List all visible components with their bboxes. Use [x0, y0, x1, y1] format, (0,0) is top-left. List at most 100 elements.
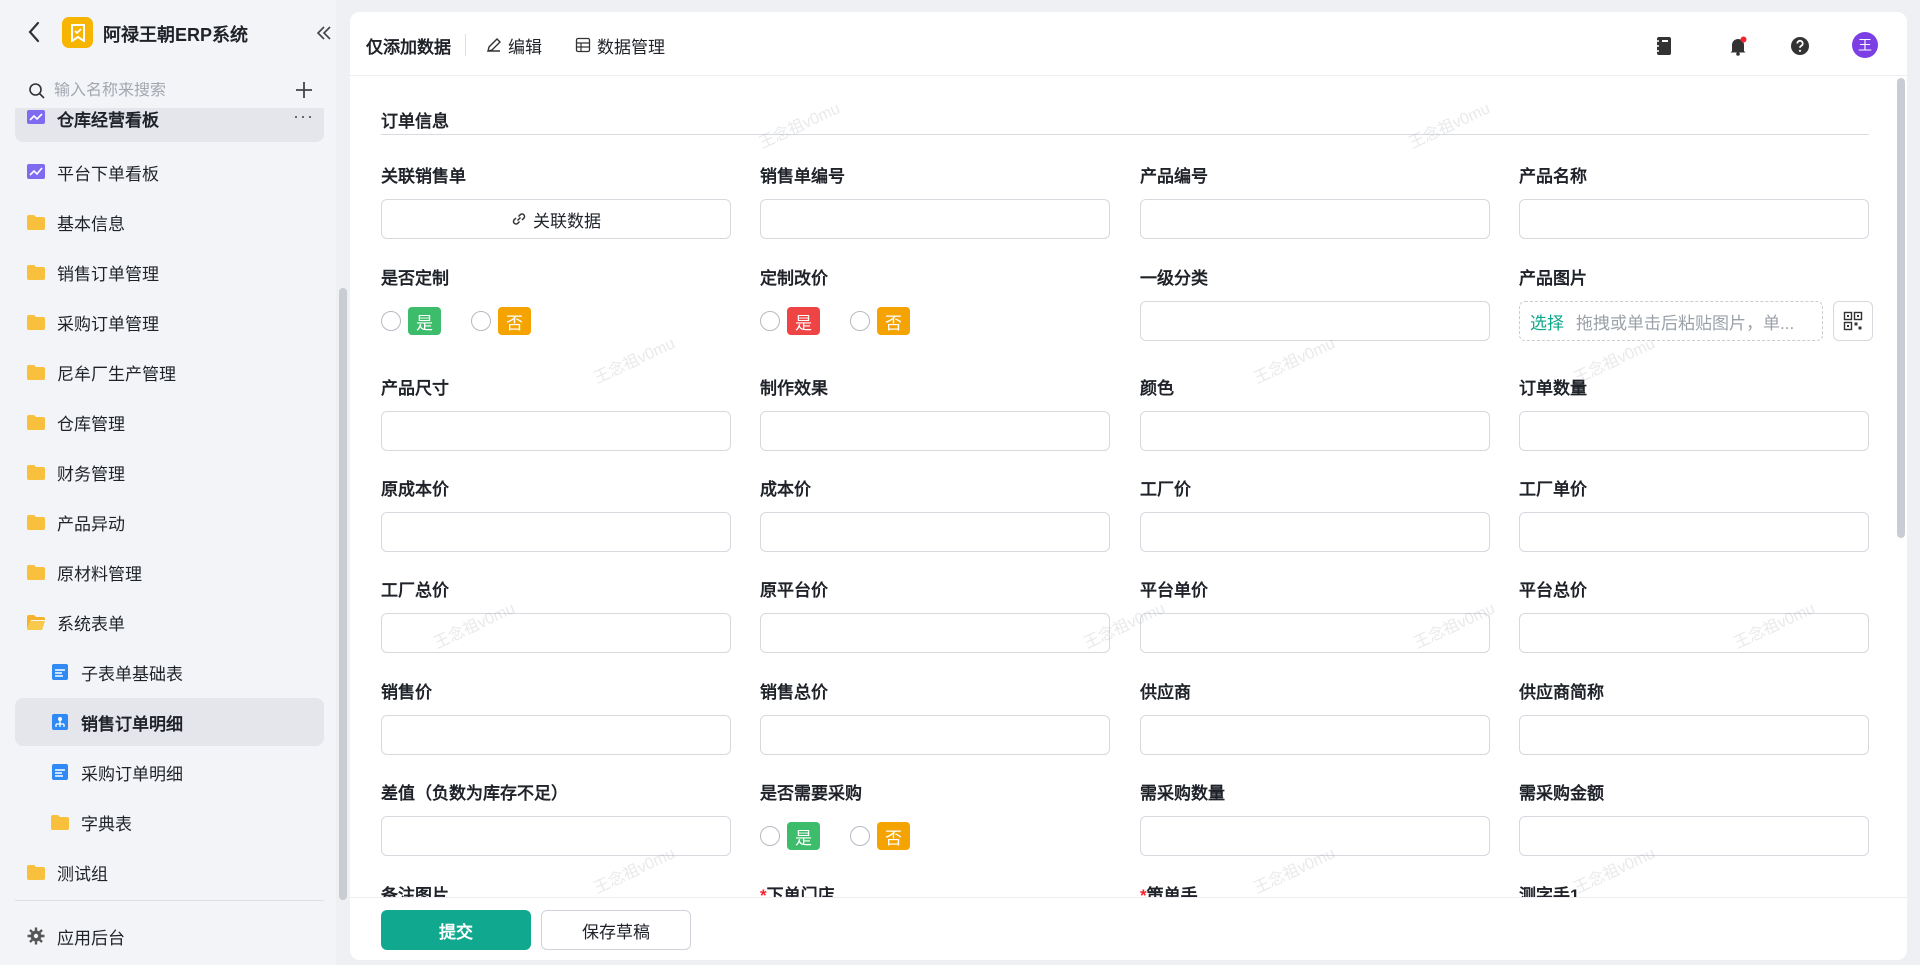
bottom-action-bar: 提交 保存草稿 [350, 897, 1907, 960]
sidebar-item-label: 尼牟厂生产管理 [57, 364, 176, 384]
required-mark: * [1140, 886, 1147, 897]
sidebar-item-platform-dashboard[interactable]: 平台下单看板 [15, 148, 324, 196]
sidebar-item-label: 平台下单看板 [57, 164, 159, 184]
difference-input[interactable] [381, 816, 731, 856]
sidebar-item-label: 仓库经营看板 [57, 110, 159, 130]
notebook-icon[interactable] [1650, 32, 1678, 60]
field-label: 原平台价 [760, 581, 828, 600]
radio-no[interactable]: 否 [471, 307, 531, 335]
field-product-size: 产品尺寸 [381, 377, 731, 451]
table-icon [575, 37, 591, 53]
field-factory-unit-price: 工厂单价 [1519, 478, 1869, 552]
save-draft-button[interactable]: 保存草稿 [541, 910, 691, 950]
radio-dot[interactable] [850, 826, 870, 846]
product-size-input[interactable] [381, 411, 731, 451]
original-cost-input[interactable] [381, 512, 731, 552]
category-input[interactable] [1140, 301, 1490, 341]
choose-image-link[interactable]: 选择 [1530, 309, 1564, 334]
purchase-amount-input[interactable] [1519, 816, 1869, 856]
flow-form-icon [49, 711, 71, 733]
sidebar-item-system-forms[interactable]: 系统表单 [15, 598, 324, 646]
bell-icon[interactable] [1724, 32, 1752, 60]
sidebar-scrollbar[interactable] [339, 288, 347, 900]
field-label: 销售价 [381, 683, 432, 702]
no-tag: 否 [877, 822, 910, 850]
field-original-cost: 原成本价 [381, 478, 731, 552]
factory-unit-price-input[interactable] [1519, 512, 1869, 552]
radio-dot[interactable] [760, 311, 780, 331]
sales-order-no-input[interactable] [760, 199, 1110, 239]
radio-yes[interactable]: 是 [760, 822, 820, 850]
radio-yes[interactable]: 是 [760, 307, 820, 335]
cost-input[interactable] [760, 512, 1110, 552]
field-label-wrap: *下单门店 [760, 884, 1110, 897]
factory-price-input[interactable] [1140, 512, 1490, 552]
product-name-input[interactable] [1519, 199, 1869, 239]
field-difference: 差值（负数为库存不足） [381, 782, 731, 856]
sidebar-item-sales-order-detail[interactable]: 销售订单明细 [15, 698, 324, 746]
avatar[interactable]: 王 [1852, 32, 1878, 58]
field-cost: 成本价 [760, 478, 1110, 552]
radio-yes[interactable]: 是 [381, 307, 441, 335]
sidebar-item-subform-base[interactable]: 子表单基础表 [15, 648, 324, 696]
sidebar-item-dictionary[interactable]: 字典表 [15, 798, 324, 846]
dashboard-icon [25, 108, 47, 129]
sidebar-item-warehouse[interactable]: 仓库管理 [15, 398, 324, 446]
supplier-short-input[interactable] [1519, 715, 1869, 755]
link-data-button[interactable]: 关联数据 [381, 199, 731, 239]
original-platform-price-input[interactable] [760, 613, 1110, 653]
field-factory-total: 工厂总价 [381, 579, 731, 653]
tab-data-management[interactable]: 数据管理 [575, 30, 665, 60]
watermark: 王念祖v0mu [756, 100, 843, 153]
submit-button[interactable]: 提交 [381, 910, 531, 950]
color-input[interactable] [1140, 411, 1490, 451]
radio-no[interactable]: 否 [850, 307, 910, 335]
field-label: 成本价 [760, 480, 811, 499]
sidebar-item-product-changes[interactable]: 产品异动 [15, 498, 324, 546]
tab-edit[interactable]: 编辑 [486, 30, 542, 60]
sidebar-item-basic-info[interactable]: 基本信息 [15, 198, 324, 246]
radio-dot[interactable] [760, 826, 780, 846]
radio-dot[interactable] [471, 311, 491, 331]
field-supplier-short: 供应商简称 [1519, 681, 1869, 755]
radio-no[interactable]: 否 [850, 822, 910, 850]
more-icon[interactable]: ··· [293, 108, 314, 127]
field-product-name: 产品名称 [1519, 165, 1869, 239]
sale-total-input[interactable] [760, 715, 1110, 755]
field-label: 工厂总价 [381, 581, 449, 600]
image-upload-area[interactable]: 选择 拖拽或单击后粘贴图片，单... [1519, 301, 1823, 341]
sidebar-item-finance[interactable]: 财务管理 [15, 448, 324, 496]
product-no-input[interactable] [1140, 199, 1490, 239]
tab-add-data[interactable]: 仅添加数据 [366, 30, 451, 60]
supplier-input[interactable] [1140, 715, 1490, 755]
radio-dot[interactable] [850, 311, 870, 331]
app-backend-link[interactable]: 应用后台 [15, 912, 324, 960]
folder-icon [25, 261, 47, 283]
field-platform-total: 平台总价 [1519, 579, 1869, 653]
sale-price-input[interactable] [381, 715, 731, 755]
factory-total-input[interactable] [381, 613, 731, 653]
order-qty-input[interactable] [1519, 411, 1869, 451]
platform-unit-price-input[interactable] [1140, 613, 1490, 653]
sidebar-item-purchase-order-detail[interactable]: 采购订单明细 [15, 748, 324, 796]
sidebar-item-factory-production[interactable]: 尼牟厂生产管理 [15, 348, 324, 396]
platform-total-input[interactable] [1519, 613, 1869, 653]
radio-dot[interactable] [381, 311, 401, 331]
sidebar-item-raw-materials[interactable]: 原材料管理 [15, 548, 324, 596]
sidebar-item-purchase-orders[interactable]: 采购订单管理 [15, 298, 324, 346]
field-sale-total: 销售总价 [760, 681, 1110, 755]
main-scrollbar[interactable] [1897, 78, 1905, 538]
add-button[interactable] [292, 78, 316, 102]
qr-code-button[interactable] [1833, 301, 1873, 341]
sidebar-item-warehouse-dashboard[interactable]: 仓库经营看板 ··· [15, 108, 324, 142]
sidebar-divider [15, 900, 324, 901]
help-icon[interactable] [1786, 32, 1814, 60]
sidebar-item-test-group[interactable]: 测试组 [15, 848, 324, 896]
field-category: 一级分类 [1140, 267, 1490, 341]
collapse-sidebar-button[interactable] [312, 22, 336, 44]
purchase-qty-input[interactable] [1140, 816, 1490, 856]
sidebar-item-sales-orders[interactable]: 销售订单管理 [15, 248, 324, 296]
search-input[interactable] [54, 82, 274, 100]
effect-input[interactable] [760, 411, 1110, 451]
back-button[interactable] [22, 18, 46, 46]
